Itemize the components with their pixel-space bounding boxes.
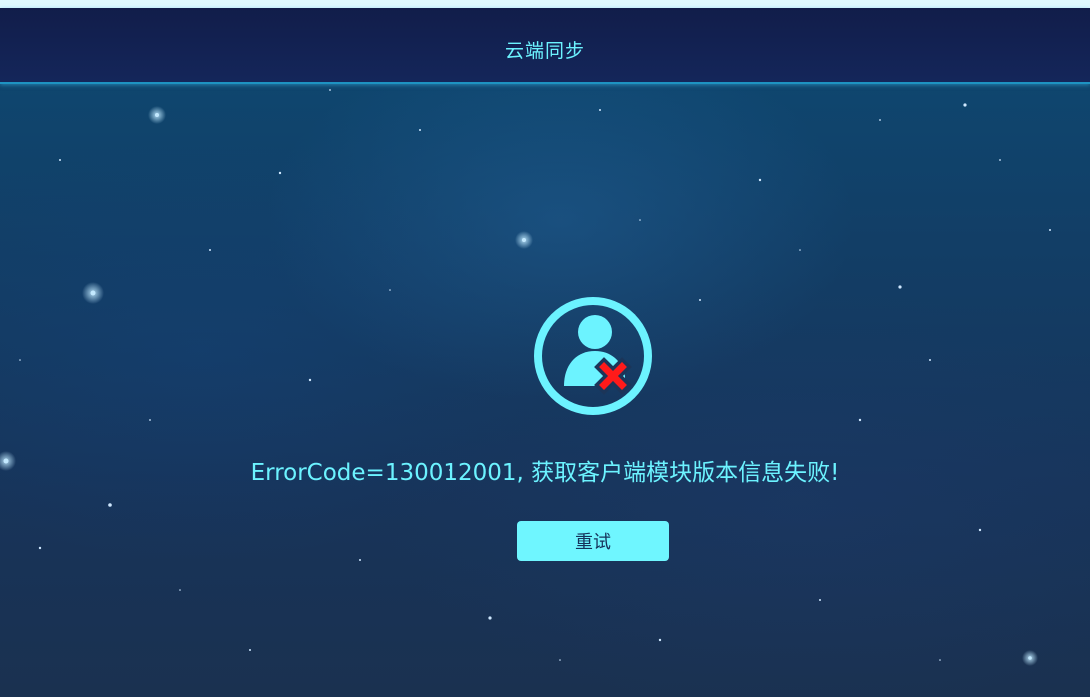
title-bar: 云端同步 — [0, 8, 1090, 84]
retry-button[interactable]: 重试 — [517, 521, 669, 561]
window-title: 云端同步 — [504, 40, 585, 62]
user-error-icon — [533, 296, 653, 416]
window-top-edge — [0, 0, 1090, 8]
error-message: ErrorCode=130012001, 获取客户端模块版本信息失败! — [250, 460, 840, 486]
cloud-sync-window: 云端同步 ErrorCode=130012001, 获取客户端模块版本信息失败!… — [0, 0, 1090, 697]
